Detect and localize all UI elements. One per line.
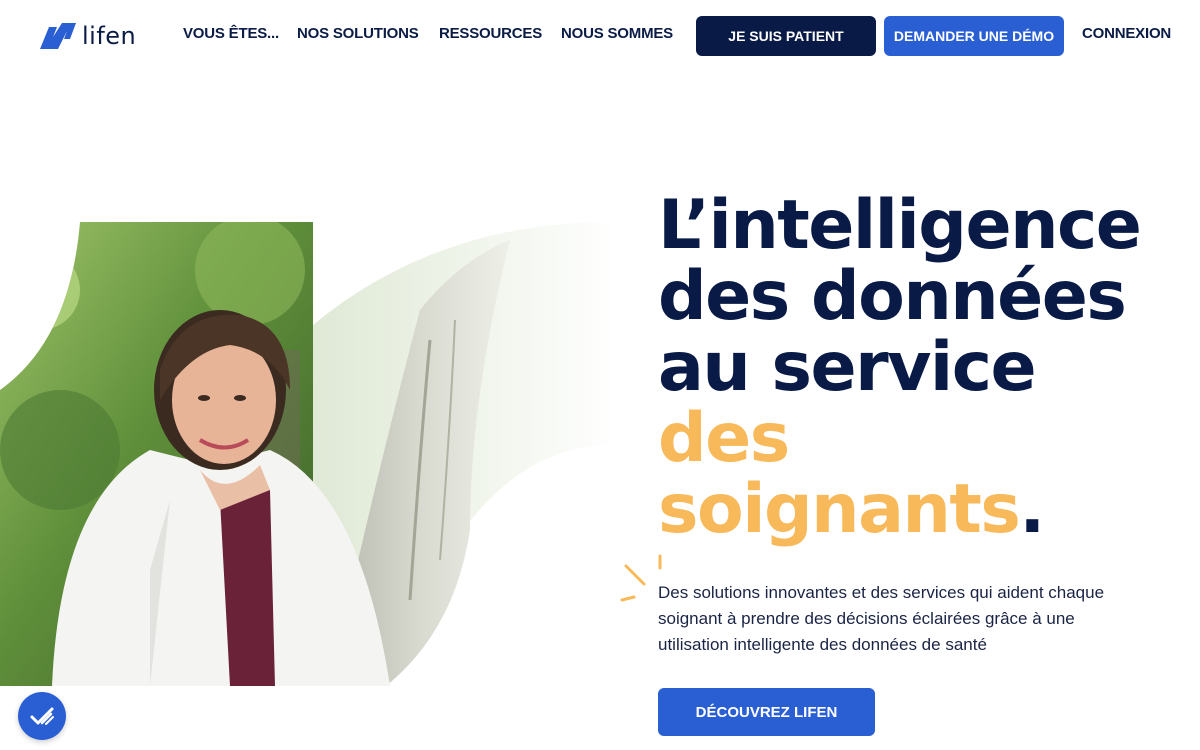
top-navigation: lifen VOUS ÊTES... NOS SOLUTIONS RESSOUR… (0, 0, 1200, 72)
headline-line-3: au service (658, 328, 1037, 407)
headline-accent-line-1: des (658, 399, 790, 478)
logo-wordmark: lifen (82, 22, 137, 50)
patient-button[interactable]: JE SUIS PATIENT (696, 16, 876, 56)
hero-headline: L’intelligence des données au service de… (658, 186, 1142, 545)
demo-request-button[interactable]: DEMANDER UNE DÉMO (884, 16, 1064, 56)
nav-item-nous-sommes[interactable]: NOUS SOMMES (561, 25, 673, 42)
headline-line-2: des données (658, 257, 1127, 336)
chat-badge-icon[interactable] (18, 692, 66, 740)
nav-item-ressources[interactable]: RESSOURCES (439, 25, 542, 42)
headline-accent-line-2: soignants (658, 470, 1021, 549)
hero-photo (0, 200, 640, 700)
hero-description: Des solutions innovantes et des services… (658, 583, 1105, 654)
login-link[interactable]: CONNEXION (1082, 25, 1171, 42)
nav-item-vous-etes[interactable]: VOUS ÊTES... (183, 25, 279, 42)
lifen-logo[interactable]: lifen (40, 22, 136, 50)
lifen-logo-icon (40, 23, 76, 49)
nav-item-nos-solutions[interactable]: NOS SOLUTIONS (297, 25, 419, 42)
discover-lifen-button[interactable]: DÉCOUVREZ LIFEN (658, 688, 875, 736)
headline-line-1: L’intelligence (658, 186, 1142, 265)
headline-dot: . (1019, 470, 1045, 549)
